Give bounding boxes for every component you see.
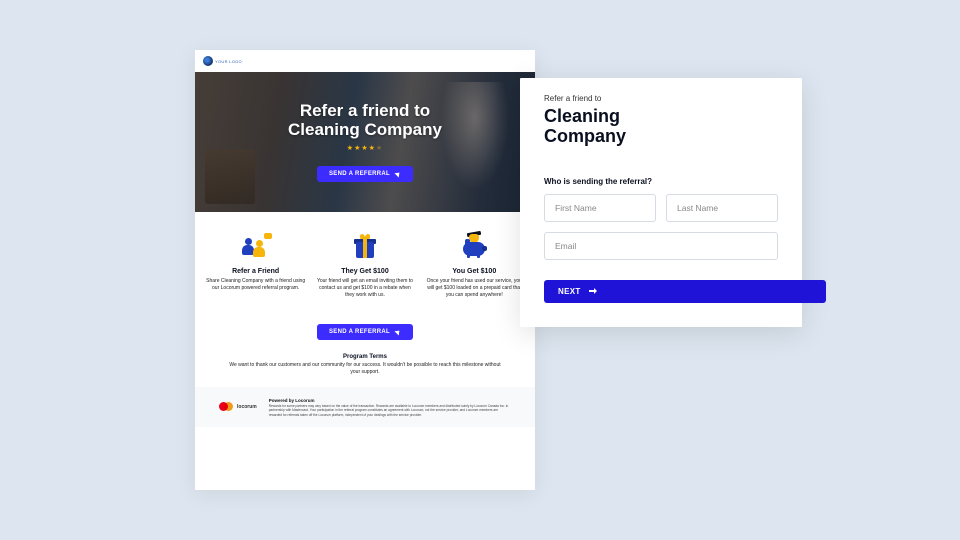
send-referral-label: SEND A REFERRAL <box>329 171 390 177</box>
benefit-desc: Your friend will get an email inviting t… <box>315 278 415 298</box>
hero-section: Refer a friend to Cleaning Company ★★★★★… <box>195 72 535 212</box>
benefit-title: Refer a Friend <box>206 268 306 275</box>
next-label: NEXT <box>558 287 581 296</box>
last-name-field[interactable]: Last Name <box>666 194 778 222</box>
gift-icon <box>315 232 415 260</box>
locorum-logo: locorum <box>237 404 257 410</box>
email-field[interactable]: Email <box>544 232 778 260</box>
logo-icon <box>203 56 213 66</box>
first-name-field[interactable]: First Name <box>544 194 656 222</box>
send-referral-button-2[interactable]: SEND A REFERRAL <box>317 324 413 340</box>
star-icon: ★ <box>347 145 354 152</box>
share-arrow-icon <box>395 171 401 177</box>
benefit-they-get: They Get $100 Your friend will get an em… <box>315 232 415 298</box>
arrow-right-icon <box>589 288 597 294</box>
hero-title: Refer a friend to Cleaning Company <box>288 102 442 139</box>
star-icon: ★ <box>376 145 383 152</box>
form-question: Who is sending the referral? <box>544 177 778 186</box>
form-title: Cleaning Company <box>544 107 694 147</box>
piggy-icon <box>424 232 524 260</box>
email-row: Email <box>544 232 778 260</box>
benefit-refer: Refer a Friend Share Cleaning Company wi… <box>206 232 306 298</box>
next-button[interactable]: NEXT <box>544 280 826 303</box>
name-row: First Name Last Name <box>544 194 778 222</box>
footer: locorum Powered by Locorum Rewards for s… <box>195 387 535 426</box>
benefits-row: Refer a Friend Share Cleaning Company wi… <box>195 212 535 306</box>
terms-desc: We want to thank our customers and our c… <box>225 362 505 375</box>
form-subtitle: Refer a friend to <box>544 94 778 103</box>
referral-form-card: Refer a friend to Cleaning Company Who i… <box>520 78 802 327</box>
benefit-you-get: You Get $100 Once your friend has used o… <box>424 232 524 298</box>
star-icon: ★ <box>369 145 376 152</box>
star-icon: ★ <box>361 145 368 152</box>
mastercard-icon <box>219 402 233 411</box>
benefit-title: They Get $100 <box>315 268 415 275</box>
footer-logos: locorum <box>219 398 257 411</box>
hero-title-line1: Refer a friend to <box>300 101 430 120</box>
benefit-desc: Once your friend has used our service, y… <box>424 278 524 298</box>
footer-body: Rewards for some partners may vary based… <box>269 404 511 416</box>
cta-secondary: SEND A REFERRAL <box>195 324 535 340</box>
terms-title: Program Terms <box>225 354 505 360</box>
star-rating: ★★★★★ <box>347 144 383 152</box>
footer-heading: Powered by Locorum <box>269 398 511 403</box>
send-referral-button[interactable]: SEND A REFERRAL <box>317 166 413 182</box>
footer-text: Powered by Locorum Rewards for some part… <box>269 398 511 416</box>
program-terms: Program Terms We want to thank our custo… <box>195 354 535 387</box>
referral-landing-page: YOUR LOGO Refer a friend to Cleaning Com… <box>195 50 535 490</box>
benefit-title: You Get $100 <box>424 268 524 275</box>
benefit-desc: Share Cleaning Company with a friend usi… <box>206 278 306 292</box>
hero-title-line2: Cleaning Company <box>288 120 442 139</box>
landing-header: YOUR LOGO <box>195 50 535 72</box>
send-referral-label: SEND A REFERRAL <box>329 329 390 335</box>
share-arrow-icon <box>395 329 401 335</box>
people-icon <box>206 232 306 260</box>
logo-text: YOUR LOGO <box>215 59 242 64</box>
